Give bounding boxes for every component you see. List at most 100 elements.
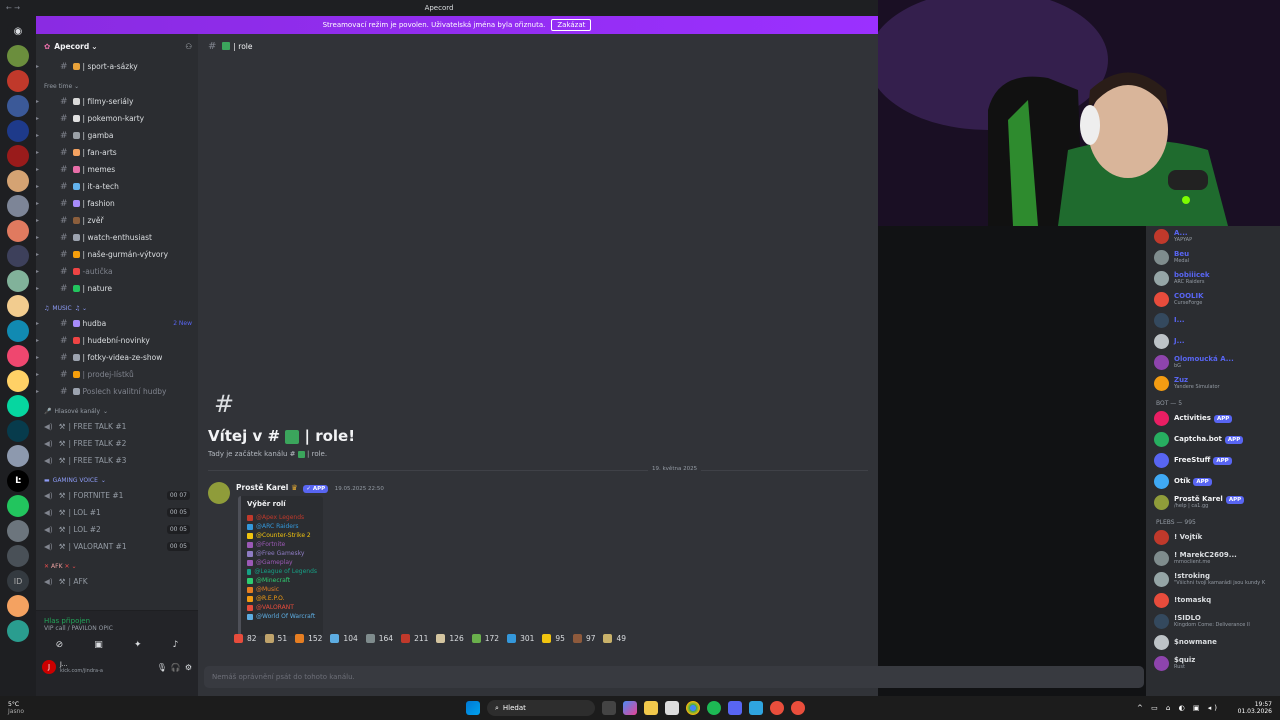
reaction[interactable]: 49 bbox=[603, 634, 626, 643]
server-icon[interactable] bbox=[7, 320, 29, 342]
server-icon[interactable] bbox=[7, 120, 29, 142]
role-option[interactable]: @R.E.P.O. bbox=[247, 594, 317, 603]
text-channel[interactable]: ▸ # | fan-arts bbox=[36, 144, 198, 161]
search-box[interactable]: ⌕ Hledat bbox=[487, 700, 595, 716]
member-item[interactable]: COOLIK CurseForge bbox=[1146, 289, 1280, 310]
voice-channel[interactable]: ◀) ⚒ | FREE TALK #2 bbox=[36, 435, 198, 452]
voice-channel[interactable]: ◀) ⚒ | FREE TALK #3 bbox=[36, 452, 198, 469]
screen-share-icon[interactable]: ▣ bbox=[94, 640, 103, 650]
text-channel[interactable]: ▸ # | nature bbox=[36, 280, 198, 297]
voice-channel[interactable]: ◀) ⚒ | FREE TALK #1 bbox=[36, 418, 198, 435]
text-channel[interactable]: ▸ # | filmy-seriály bbox=[36, 93, 198, 110]
discord-home-icon[interactable]: ◉ bbox=[7, 20, 29, 42]
member-item[interactable]: Prostě Karel APP/help | ca1.gg bbox=[1146, 492, 1280, 513]
role-option[interactable]: @League of Legends bbox=[247, 567, 317, 576]
server-icon[interactable] bbox=[7, 245, 29, 267]
server-icon[interactable] bbox=[7, 195, 29, 217]
voice-channel[interactable]: ◀) ⚒ | VALORANT #1 00 05 bbox=[36, 538, 198, 555]
member-item[interactable]: ! Vojtík bbox=[1146, 527, 1280, 548]
server-icon[interactable] bbox=[7, 95, 29, 117]
member-item[interactable]: Beu Medal bbox=[1146, 247, 1280, 268]
server-icon[interactable] bbox=[7, 70, 29, 92]
voice-channel[interactable]: ◀) ⚒ | LOL #2 00 05 bbox=[36, 521, 198, 538]
voice-connected-label[interactable]: Hlas připojen bbox=[36, 611, 198, 625]
server-header[interactable]: ✿ Apecord ⌄ ⚇ bbox=[36, 34, 198, 58]
role-option[interactable]: @Music bbox=[247, 585, 317, 594]
reaction[interactable]: 126 bbox=[436, 634, 464, 643]
member-item[interactable]: ! MarekC2609... mrnoclient.me bbox=[1146, 548, 1280, 569]
copilot-icon[interactable] bbox=[623, 701, 637, 715]
soundboard-icon[interactable]: ♪ bbox=[173, 640, 179, 650]
server-icon[interactable] bbox=[7, 495, 29, 517]
role-option[interactable]: @Fortnite bbox=[247, 540, 317, 549]
server-icon[interactable] bbox=[7, 145, 29, 167]
server-icon[interactable] bbox=[7, 420, 29, 442]
chrome-icon[interactable] bbox=[686, 701, 700, 715]
author-name[interactable]: Prostě Karel bbox=[236, 483, 288, 492]
server-icon[interactable]: ID bbox=[7, 570, 29, 592]
reaction[interactable]: 164 bbox=[365, 634, 393, 643]
category-afk[interactable]: ✕ AFK ✕ ⌄ bbox=[36, 559, 198, 573]
clock[interactable]: 19:57 01.03.2026 bbox=[1238, 701, 1272, 715]
text-channel[interactable]: ▸ # | memes bbox=[36, 161, 198, 178]
member-item[interactable]: Captcha.bot APP bbox=[1146, 429, 1280, 450]
server-icon[interactable] bbox=[7, 620, 29, 642]
server-icon[interactable] bbox=[7, 545, 29, 567]
server-icon[interactable] bbox=[7, 45, 29, 67]
store-icon[interactable] bbox=[665, 701, 679, 715]
text-channel[interactable]: ▸ # | fotky-videa-ze-show bbox=[36, 349, 198, 366]
role-option[interactable]: @Minecraft bbox=[247, 576, 317, 585]
author-avatar[interactable] bbox=[208, 482, 230, 504]
user-avatar[interactable]: J bbox=[42, 660, 56, 674]
start-icon[interactable] bbox=[466, 701, 480, 715]
discord-icon[interactable] bbox=[728, 701, 742, 715]
voice-channel[interactable]: ◀) ⚒ | FORTNITE #1 00 07 bbox=[36, 487, 198, 504]
gear-icon[interactable]: ⚙ bbox=[185, 663, 192, 672]
server-icon[interactable] bbox=[7, 270, 29, 292]
text-channel[interactable]: ▸ # | prodej-lístků bbox=[36, 366, 198, 383]
camera-off-icon[interactable]: ⊘ bbox=[56, 640, 64, 650]
server-icon[interactable] bbox=[7, 395, 29, 417]
server-icon[interactable] bbox=[7, 220, 29, 242]
member-item[interactable]: I... bbox=[1146, 310, 1280, 331]
text-channel[interactable]: ▸ # | pokemon-karty bbox=[36, 110, 198, 127]
text-channel[interactable]: ▸ # | watch-enthusiast bbox=[36, 229, 198, 246]
reaction[interactable]: 152 bbox=[295, 634, 322, 643]
text-channel[interactable]: ▸ # | hudební-novinky bbox=[36, 332, 198, 349]
member-item[interactable]: A... YAPYAP bbox=[1146, 226, 1280, 247]
add-member-icon[interactable]: ⚇ bbox=[185, 42, 192, 51]
disable-button[interactable]: Zakázat bbox=[551, 19, 592, 31]
notepad-icon[interactable] bbox=[749, 701, 763, 715]
member-item[interactable]: !SIDLO Kingdom Come: Deliverance II bbox=[1146, 611, 1280, 632]
voice-channel[interactable]: ◀) ⚒ | AFK bbox=[36, 573, 198, 590]
app-icon[interactable] bbox=[791, 701, 805, 715]
text-channel[interactable]: ▸ # | naše-gurmán-výtvory bbox=[36, 246, 198, 263]
role-option[interactable]: @Counter-Strike 2 bbox=[247, 531, 317, 540]
app-icon[interactable] bbox=[770, 701, 784, 715]
member-item[interactable]: $nowmane bbox=[1146, 632, 1280, 653]
role-option[interactable]: @World Of Warcraft bbox=[247, 612, 317, 621]
member-item[interactable]: $quiz Rust bbox=[1146, 653, 1280, 674]
member-item[interactable]: bobiiicek ARC Raiders bbox=[1146, 268, 1280, 289]
reaction[interactable]: 301 bbox=[507, 634, 534, 643]
text-channel[interactable]: ▸ # | it-a-tech bbox=[36, 178, 198, 195]
explorer-icon[interactable] bbox=[644, 701, 658, 715]
reaction[interactable]: 51 bbox=[264, 634, 287, 643]
member-item[interactable]: !stroking "Všichni tvoji kamarádi jsou ku… bbox=[1146, 569, 1280, 590]
system-tray[interactable]: ^ ▭ ⌂ ◐ ▣ ◂) bbox=[1137, 704, 1220, 712]
category-music[interactable]: ♫ MUSIC ♫ ⌄ bbox=[36, 301, 198, 315]
member-item[interactable]: Olomoucká A... bG bbox=[1146, 352, 1280, 373]
voice-channel[interactable]: ◀) ⚒ | LOL #1 00 05 bbox=[36, 504, 198, 521]
role-option[interactable]: @VALORANT bbox=[247, 603, 317, 612]
reaction[interactable]: 95 bbox=[542, 634, 565, 643]
task-view-icon[interactable] bbox=[602, 701, 616, 715]
text-channel[interactable]: ▸ # | sport-a-sázky bbox=[36, 58, 198, 75]
reaction[interactable]: 82 bbox=[234, 634, 257, 643]
category-voice[interactable]: 🎤 Hlasové kanály ⌄ bbox=[36, 404, 198, 418]
text-channel[interactable]: ▸ # hudba 2 New bbox=[36, 315, 198, 332]
weather-widget[interactable]: 5°C Jasno bbox=[8, 701, 24, 715]
reaction[interactable]: 104 bbox=[330, 634, 358, 643]
server-icon[interactable] bbox=[7, 370, 29, 392]
member-item[interactable]: Activities APP bbox=[1146, 408, 1280, 429]
text-channel[interactable]: ▸ # Poslech kvalitní hudby bbox=[36, 383, 198, 400]
